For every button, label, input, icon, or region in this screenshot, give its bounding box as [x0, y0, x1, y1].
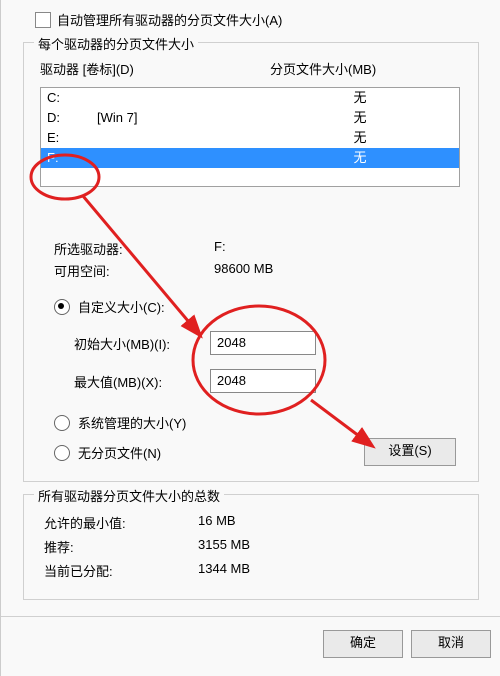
total-min-label: 允许的最小值: [44, 513, 198, 532]
selected-drive-value: F: [214, 239, 226, 258]
drive-paging: 无 [267, 88, 453, 108]
total-min-line: 允许的最小值: 16 MB [44, 513, 236, 532]
max-size-input[interactable]: 2048 [210, 369, 316, 393]
drive-letter: F: [47, 148, 97, 168]
custom-size-radio[interactable] [54, 299, 70, 315]
set-button[interactable]: 设置(S) [364, 438, 456, 466]
initial-size-row: 初始大小(MB)(I): 2048 [74, 331, 316, 355]
drive-paging: 无 [267, 108, 453, 128]
drive-paging: 无 [267, 128, 453, 148]
custom-size-radio-row[interactable]: 自定义大小(C): [54, 297, 165, 316]
free-space-label: 可用空间: [54, 261, 214, 280]
drive-letter: E: [47, 128, 97, 148]
total-cur-line: 当前已分配: 1344 MB [44, 561, 250, 580]
auto-manage-checkbox-row[interactable]: 自动管理所有驱动器的分页文件大小(A) [35, 10, 282, 29]
system-managed-radio-row[interactable]: 系统管理的大小(Y) [54, 413, 186, 432]
free-space-value: 98600 MB [214, 261, 273, 280]
drive-letter: C: [47, 88, 97, 108]
system-managed-label: 系统管理的大小(Y) [78, 413, 186, 432]
drive-list-row[interactable]: D: [Win 7] 无 [41, 108, 459, 128]
drive-list-header-drive: 驱动器 [卷标](D) [40, 59, 270, 78]
per-drive-group-title: 每个驱动器的分页文件大小 [34, 34, 198, 53]
totals-group-title: 所有驱动器分页文件大小的总数 [34, 486, 224, 505]
drive-list[interactable]: C: 无 D: [Win 7] 无 E: 无 F: 无 [40, 87, 460, 187]
drive-label [97, 128, 267, 148]
drive-list-row[interactable]: C: 无 [41, 88, 459, 108]
drive-list-header-paging: 分页文件大小(MB) [270, 59, 462, 78]
drive-label: [Win 7] [97, 108, 267, 128]
total-rec-value: 3155 MB [198, 537, 250, 556]
per-drive-group: 每个驱动器的分页文件大小 驱动器 [卷标](D) 分页文件大小(MB) C: 无… [23, 42, 479, 482]
drive-list-row-selected[interactable]: F: 无 [41, 148, 459, 168]
no-paging-label: 无分页文件(N) [78, 443, 161, 462]
bottom-divider [1, 616, 500, 617]
custom-size-label: 自定义大小(C): [78, 297, 165, 316]
selected-drive-label: 所选驱动器: [54, 239, 214, 258]
cancel-button[interactable]: 取消 [411, 630, 491, 658]
no-paging-radio-row[interactable]: 无分页文件(N) [54, 443, 161, 462]
free-space-line: 可用空间: 98600 MB [54, 261, 273, 280]
ok-button[interactable]: 确定 [323, 630, 403, 658]
virtual-memory-dialog: 自动管理所有驱动器的分页文件大小(A) 每个驱动器的分页文件大小 驱动器 [卷标… [0, 0, 500, 676]
total-cur-value: 1344 MB [198, 561, 250, 580]
selected-drive-line: 所选驱动器: F: [54, 239, 226, 258]
auto-manage-checkbox[interactable] [35, 12, 51, 28]
max-size-row: 最大值(MB)(X): 2048 [74, 369, 316, 393]
totals-group: 所有驱动器分页文件大小的总数 允许的最小值: 16 MB 推荐: 3155 MB… [23, 494, 479, 600]
system-managed-radio[interactable] [54, 415, 70, 431]
total-cur-label: 当前已分配: [44, 561, 198, 580]
drive-list-header: 驱动器 [卷标](D) 分页文件大小(MB) [40, 59, 462, 78]
drive-label [97, 88, 267, 108]
initial-size-label: 初始大小(MB)(I): [74, 334, 210, 353]
drive-letter: D: [47, 108, 97, 128]
no-paging-radio[interactable] [54, 445, 70, 461]
total-min-value: 16 MB [198, 513, 236, 532]
initial-size-input[interactable]: 2048 [210, 331, 316, 355]
auto-manage-label: 自动管理所有驱动器的分页文件大小(A) [57, 10, 282, 29]
total-rec-line: 推荐: 3155 MB [44, 537, 250, 556]
drive-paging: 无 [267, 148, 453, 168]
max-size-label: 最大值(MB)(X): [74, 372, 210, 391]
total-rec-label: 推荐: [44, 537, 198, 556]
drive-label [97, 148, 267, 168]
drive-list-row[interactable]: E: 无 [41, 128, 459, 148]
